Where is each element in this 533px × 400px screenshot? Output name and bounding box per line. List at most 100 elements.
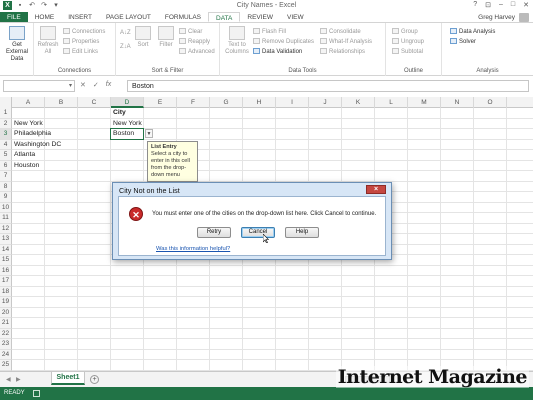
- row-header-20[interactable]: 20: [0, 307, 12, 318]
- row-header-19[interactable]: 19: [0, 297, 12, 308]
- cell-a4[interactable]: Washington DC: [14, 140, 61, 150]
- name-box[interactable]: ▾: [3, 80, 75, 92]
- cell-a3[interactable]: Philadelphia: [14, 129, 51, 139]
- prev-sheet-icon[interactable]: ◀: [6, 376, 11, 383]
- row-header-24[interactable]: 24: [0, 349, 12, 360]
- clear-button[interactable]: Clear: [179, 28, 202, 36]
- row-header-12[interactable]: 12: [0, 223, 12, 234]
- tab-formulas[interactable]: FORMULAS: [158, 12, 208, 22]
- help-button[interactable]: Help: [285, 227, 319, 238]
- formula-input[interactable]: Boston: [127, 80, 529, 92]
- edit-links-button[interactable]: Edit Links: [63, 48, 98, 56]
- help-icon[interactable]: ?: [473, 1, 477, 9]
- column-header-i[interactable]: I: [276, 97, 309, 108]
- column-header-m[interactable]: M: [408, 97, 441, 108]
- retry-button[interactable]: Retry: [197, 227, 231, 238]
- column-header-e[interactable]: E: [144, 97, 177, 108]
- cancel-entry-icon[interactable]: ✕: [80, 81, 86, 89]
- cell-a6[interactable]: Houston: [14, 161, 39, 171]
- properties-button[interactable]: Properties: [63, 38, 99, 46]
- row-header-25[interactable]: 25: [0, 360, 12, 371]
- column-header-d[interactable]: D: [111, 97, 144, 108]
- column-header-j[interactable]: J: [309, 97, 342, 108]
- name-box-dropdown-icon[interactable]: ▾: [69, 82, 72, 89]
- row-header-1[interactable]: 1: [0, 108, 12, 119]
- add-sheet-icon[interactable]: +: [90, 375, 99, 384]
- column-header-f[interactable]: F: [177, 97, 210, 108]
- tab-insert[interactable]: INSERT: [61, 12, 99, 22]
- dialog-close-icon[interactable]: ×: [366, 185, 386, 194]
- cell-d1[interactable]: City: [113, 108, 126, 118]
- column-header-o[interactable]: O: [474, 97, 507, 108]
- row-header-7[interactable]: 7: [0, 171, 12, 182]
- flash-fill-button[interactable]: Flash Fill: [253, 28, 286, 36]
- user-name[interactable]: Greg Harvey: [478, 14, 515, 21]
- column-header-c[interactable]: C: [78, 97, 111, 108]
- row-header-11[interactable]: 11: [0, 213, 12, 224]
- filter-button[interactable]: Filter: [156, 26, 176, 49]
- connections-button[interactable]: Connections: [63, 28, 105, 36]
- column-header-l[interactable]: L: [375, 97, 408, 108]
- advanced-button[interactable]: Advanced: [179, 48, 215, 56]
- row-header-15[interactable]: 15: [0, 255, 12, 266]
- row-header-14[interactable]: 14: [0, 244, 12, 255]
- row-header-21[interactable]: 21: [0, 318, 12, 329]
- cell-a5[interactable]: Atlanta: [14, 150, 35, 160]
- row-header-16[interactable]: 16: [0, 265, 12, 276]
- column-header-a[interactable]: A: [12, 97, 45, 108]
- relationships-button[interactable]: Relationships: [320, 48, 365, 56]
- row-header-6[interactable]: 6: [0, 160, 12, 171]
- sheet-tab-sheet1[interactable]: Sheet1: [51, 372, 85, 385]
- row-header-4[interactable]: 4: [0, 139, 12, 150]
- row-header-10[interactable]: 10: [0, 202, 12, 213]
- macro-record-icon[interactable]: [33, 390, 40, 397]
- row-header-2[interactable]: 2: [0, 118, 12, 129]
- enter-entry-icon[interactable]: ✓: [93, 81, 99, 89]
- cancel-button[interactable]: Cancel: [241, 227, 275, 238]
- tab-home[interactable]: HOME: [28, 12, 62, 22]
- tab-data[interactable]: DATA: [208, 12, 241, 22]
- row-header-22[interactable]: 22: [0, 328, 12, 339]
- tab-page-layout[interactable]: PAGE LAYOUT: [99, 12, 158, 22]
- next-sheet-icon[interactable]: ▶: [16, 376, 21, 383]
- row-header-8[interactable]: 8: [0, 181, 12, 192]
- ribbon-display-icon[interactable]: ⊡: [485, 1, 491, 9]
- consolidate-button[interactable]: Consolidate: [320, 28, 361, 36]
- cell-d2[interactable]: New York: [113, 119, 142, 129]
- sort-za-button[interactable]: Z↓A: [120, 43, 131, 51]
- subtotal-button[interactable]: Subtotal: [392, 48, 423, 56]
- remove-duplicates-button[interactable]: Remove Duplicates: [253, 38, 314, 46]
- tab-review[interactable]: REVIEW: [240, 12, 280, 22]
- row-header-3[interactable]: 3: [0, 129, 12, 140]
- refresh-all-button[interactable]: Refresh All: [37, 26, 59, 56]
- row-header-17[interactable]: 17: [0, 276, 12, 287]
- tab-view[interactable]: VIEW: [280, 12, 311, 22]
- select-all-corner[interactable]: [0, 97, 12, 108]
- text-to-columns-button[interactable]: Text to Columns: [223, 26, 251, 56]
- column-header-n[interactable]: N: [441, 97, 474, 108]
- active-cell-d3[interactable]: [110, 128, 144, 140]
- tab-file[interactable]: FILE: [0, 12, 28, 22]
- row-header-13[interactable]: 13: [0, 234, 12, 245]
- feedback-link[interactable]: Was this information helpful?: [156, 246, 230, 252]
- get-external-data-button[interactable]: Get External Data: [1, 26, 33, 63]
- what-if-analysis-button[interactable]: What-If Analysis: [320, 38, 372, 46]
- maximize-icon[interactable]: □: [511, 1, 515, 9]
- column-header-b[interactable]: B: [45, 97, 78, 108]
- minimize-icon[interactable]: –: [499, 1, 503, 9]
- ungroup-button[interactable]: Ungroup: [392, 38, 424, 46]
- group-button[interactable]: Group: [392, 28, 418, 36]
- data-analysis-button[interactable]: Data Analysis: [450, 28, 495, 36]
- column-header-k[interactable]: K: [342, 97, 375, 108]
- column-header-h[interactable]: H: [243, 97, 276, 108]
- validation-dropdown-icon[interactable]: ▼: [145, 129, 153, 138]
- cell-a2[interactable]: New York: [14, 119, 43, 129]
- solver-button[interactable]: Solver: [450, 38, 476, 46]
- row-header-9[interactable]: 9: [0, 192, 12, 203]
- insert-function-icon[interactable]: fx: [106, 81, 111, 89]
- row-header-23[interactable]: 23: [0, 339, 12, 350]
- row-header-18[interactable]: 18: [0, 286, 12, 297]
- avatar[interactable]: [519, 13, 529, 22]
- row-header-5[interactable]: 5: [0, 150, 12, 161]
- reapply-button[interactable]: Reapply: [179, 38, 210, 46]
